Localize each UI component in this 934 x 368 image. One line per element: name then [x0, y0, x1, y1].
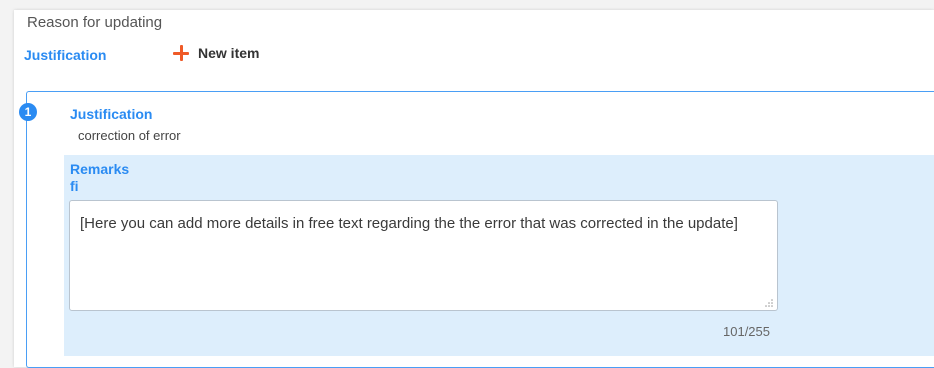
reason-for-updating-panel: Reason for updating Justification New it…: [14, 10, 934, 368]
justification-value: correction of error: [78, 128, 181, 143]
character-count: 101/255: [723, 324, 770, 339]
remarks-text[interactable]: [Here you can add more details in free t…: [80, 215, 738, 232]
justification-label: Justification: [70, 106, 153, 122]
item-number-badge: 1: [19, 103, 37, 121]
new-item-label[interactable]: New item: [198, 45, 259, 61]
remarks-label: Remarks: [70, 161, 130, 177]
remarks-textarea[interactable]: [Here you can add more details in free t…: [69, 200, 778, 311]
remarks-section: Remarks fi [Here you can add more detail…: [64, 155, 934, 356]
new-item-button[interactable]: New item: [172, 44, 259, 62]
plus-icon[interactable]: [172, 44, 190, 62]
section-title: Reason for updating: [27, 14, 163, 31]
justification-item: 1 Justification correction of error Rema…: [19, 91, 934, 368]
language-label: fi: [70, 178, 79, 194]
resize-grip-icon[interactable]: [765, 299, 773, 307]
justification-field-label: Justification: [24, 47, 107, 63]
